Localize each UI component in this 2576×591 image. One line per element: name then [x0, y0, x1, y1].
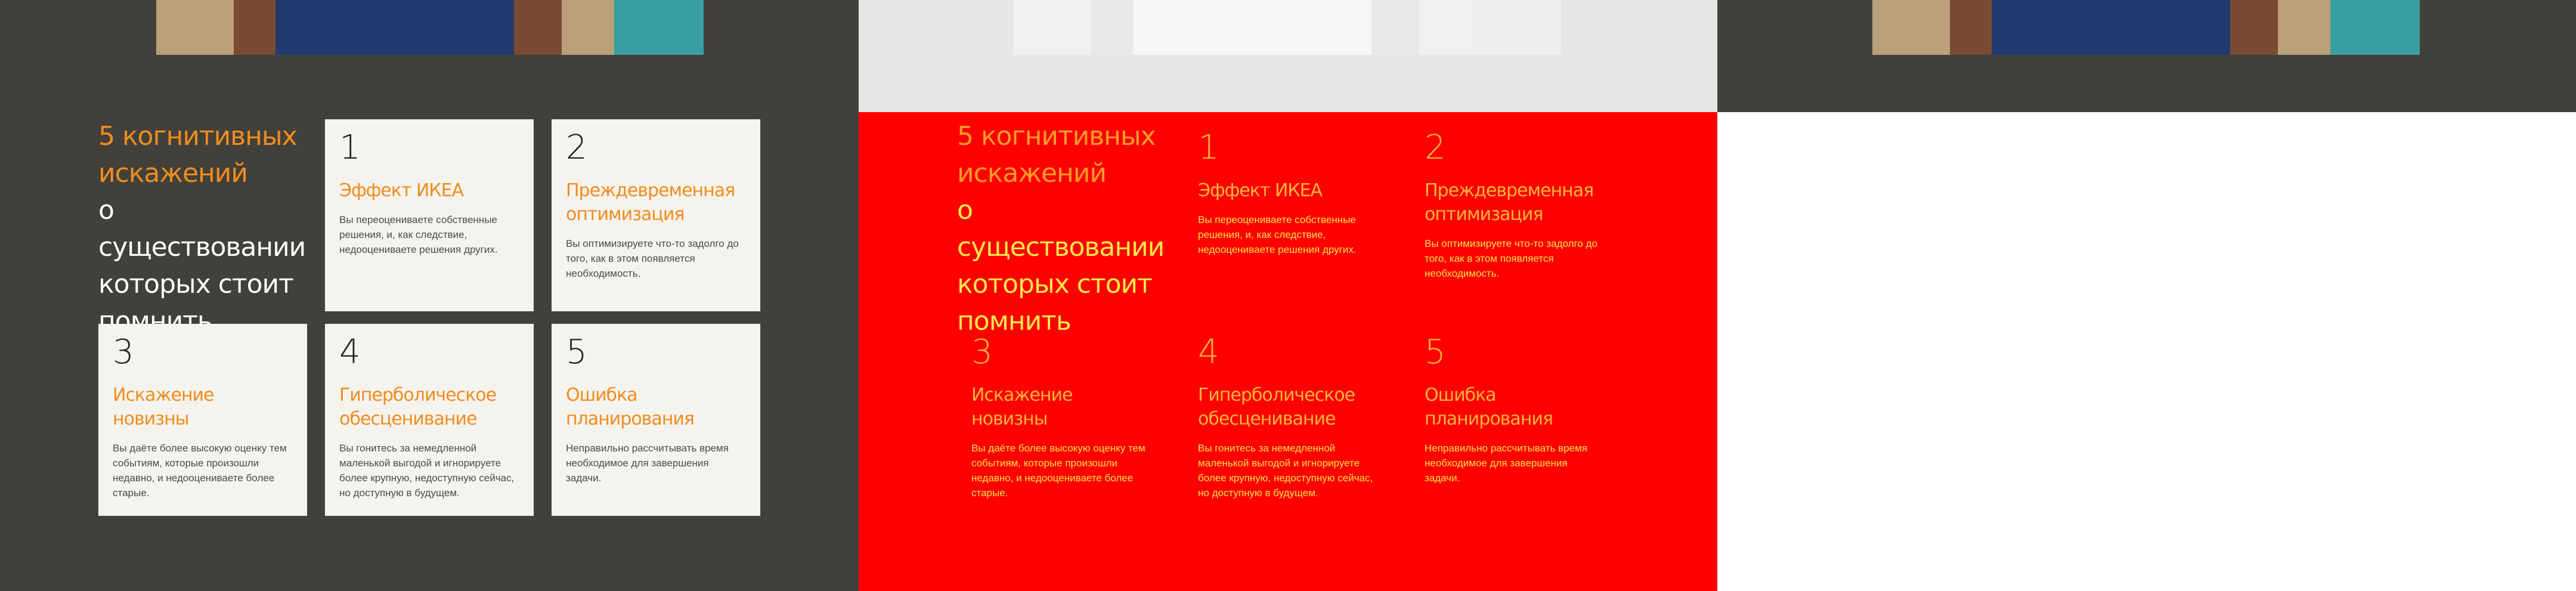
- card-2: 2 Преждевременная оптимизация Вы оптимиз…: [552, 119, 760, 311]
- card-4: 4 Гиперболическое обесценивание Вы гонит…: [1184, 324, 1392, 516]
- card-text: Вы оптимизируете что-то задолго до того,…: [566, 238, 739, 279]
- hero-image: [1014, 0, 1561, 55]
- card-3: 3 Искажение новизны Вы даёте более высок…: [957, 324, 1166, 516]
- card-number: 5: [1425, 333, 1446, 372]
- card-title: Ошибка планирования: [566, 385, 695, 429]
- card-text: Вы даёте более высокую оценку тем событи…: [971, 443, 1145, 499]
- page-title: 5 когнитивных искажений о существовании …: [98, 118, 319, 340]
- card-number: 3: [113, 333, 134, 372]
- card-number: 4: [339, 333, 361, 372]
- title-rest: о существовании которых стоит помнить: [957, 195, 1165, 336]
- panel-red-variant: 5 когнитивных искажений о существовании …: [859, 0, 1717, 591]
- card-text: Вы гонитесь за немедленной маленькой выг…: [339, 443, 515, 499]
- card-1: 1 Эффект ИКЕА Вы переоцениваете собствен…: [325, 119, 534, 311]
- card-title: Преждевременная оптимизация: [1425, 180, 1594, 225]
- card-text: Вы даёте более высокую оценку тем событи…: [113, 443, 287, 499]
- hero-image: [1872, 0, 2420, 55]
- card-title: Искажение новизны: [971, 385, 1073, 429]
- card-text: Вы переоцениваете собственные решения, и…: [1198, 214, 1357, 255]
- page-title: 5 когнитивных искажений о существовании …: [957, 118, 1178, 340]
- card-number: 3: [971, 333, 993, 372]
- card-title: Гиперболическое обесценивание: [339, 385, 497, 429]
- card-number: 2: [1425, 128, 1446, 167]
- card-text: Неправильно рассчитывать время необходим…: [1425, 443, 1587, 484]
- card-text: Вы гонитесь за немедленной маленькой выг…: [1198, 443, 1373, 499]
- card-text: Неправильно рассчитывать время необходим…: [566, 443, 729, 484]
- card-text: Вы переоцениваете собственные решения, и…: [339, 214, 498, 255]
- card-title: Искажение новизны: [113, 385, 215, 429]
- card-5: 5 Ошибка планирования Неправильно рассчи…: [1410, 324, 1619, 516]
- card-title: Гиперболическое обесценивание: [1198, 385, 1355, 429]
- panel-original: 5 когнитивных искажений о существовании …: [0, 0, 859, 591]
- card-title: Эффект ИКЕА: [339, 180, 464, 201]
- panel-blank: [1717, 0, 2576, 591]
- card-1: 1 Эффект ИКЕА Вы переоцениваете собствен…: [1184, 119, 1392, 311]
- card-title: Преждевременная оптимизация: [566, 180, 735, 225]
- card-2: 2 Преждевременная оптимизация Вы оптимиз…: [1410, 119, 1619, 311]
- card-number: 5: [566, 333, 587, 372]
- card-4: 4 Гиперболическое обесценивание Вы гонит…: [325, 324, 534, 516]
- card-3: 3 Искажение новизны Вы даёте более высок…: [98, 324, 307, 516]
- card-text: Вы оптимизируете что-то задолго до того,…: [1425, 238, 1597, 279]
- card-number: 2: [566, 128, 587, 167]
- hero-image: [156, 0, 704, 55]
- title-accent: 5 когнитивных искажений: [957, 121, 1156, 188]
- card-title: Эффект ИКЕА: [1198, 180, 1323, 201]
- card-number: 1: [339, 128, 361, 167]
- card-5: 5 Ошибка планирования Неправильно рассчи…: [552, 324, 760, 516]
- title-accent: 5 когнитивных искажений: [98, 121, 298, 188]
- card-title: Ошибка планирования: [1425, 385, 1553, 429]
- card-number: 1: [1198, 128, 1219, 167]
- title-rest: о существовании которых стоит помнить: [98, 195, 306, 336]
- card-number: 4: [1198, 333, 1219, 372]
